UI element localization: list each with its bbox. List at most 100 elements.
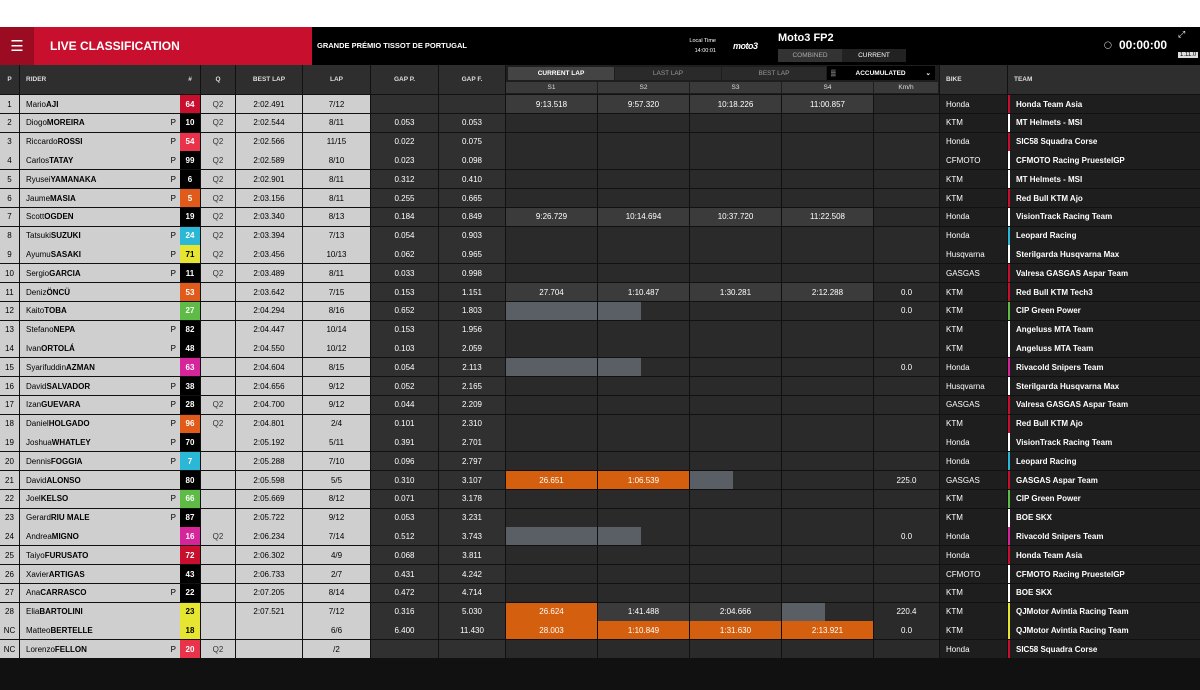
bike-cell: Honda bbox=[940, 358, 1007, 377]
gap-first-cell: 2.310 bbox=[439, 414, 505, 433]
table-row[interactable]: 25 Taiyo FURUSATO 72 2:06.302 4/9 0.068 3.811 H… bbox=[0, 546, 1200, 565]
table-row[interactable]: 24 Andrea MIGNO 16 Q2 2:06.234 7/14 0.512 3.743… bbox=[0, 527, 1200, 546]
chart-icon: ▒ bbox=[831, 69, 836, 77]
sector-3-cell bbox=[690, 433, 781, 452]
sector-1-cell bbox=[506, 414, 597, 433]
sector-2-cell bbox=[598, 245, 689, 264]
best-lap-cell: 2:04.656 bbox=[236, 377, 302, 395]
sector-1-cell bbox=[506, 489, 597, 508]
rider-cell: Sergio GARCIA P bbox=[20, 264, 180, 283]
bike-cell: Honda bbox=[940, 527, 1007, 546]
best-lap-cell: 2:02.566 bbox=[236, 132, 302, 151]
table-row[interactable]: 2 Diogo MOREIRA P 10 Q2 2:02.544 8/11 0.053 0.05… bbox=[0, 113, 1200, 133]
table-row[interactable]: 4 Carlos TATAY P 99 Q2 2:02.589 8/10 0.023 0.098… bbox=[0, 151, 1200, 170]
gap-prev-cell: 0.062 bbox=[371, 245, 438, 264]
rider-last-name: BARTOLINI bbox=[39, 607, 83, 617]
table-row[interactable]: 18 Daniel HOLGADO P 96 Q2 2:04.801 2/4 0.101 2.3… bbox=[0, 414, 1200, 434]
table-row[interactable]: 27 Ana CARRASCO P 22 2:07.205 8/14 0.472 4.714 K… bbox=[0, 583, 1200, 603]
menu-icon[interactable]: ☰ bbox=[0, 27, 34, 65]
rider-last-name: SUZUKI bbox=[50, 231, 81, 241]
table-row[interactable]: 10 Sergio GARCIA P 11 Q2 2:03.489 8/11 0.033 0.9… bbox=[0, 264, 1200, 283]
table-row[interactable]: 9 Ayumu SASAKI P 71 Q2 2:03.456 10/13 0.062 0.96… bbox=[0, 245, 1200, 264]
accumulated-dropdown[interactable]: ▒ ACCUMULATED ⌄ bbox=[827, 66, 935, 80]
table-row[interactable]: 16 David SALVADOR P 38 2:04.656 9/12 0.052 2.16… bbox=[0, 377, 1200, 396]
table-row[interactable]: 23 Gerard RIU MALE P 87 2:05.722 9/12 0.053 3.2… bbox=[0, 508, 1200, 528]
qualifying-cell bbox=[201, 358, 235, 377]
sector-4-cell bbox=[782, 527, 873, 546]
table-row[interactable]: 1 Mario AJI 64 Q2 2:02.491 7/12 9:13.518 9:57.3… bbox=[0, 95, 1200, 114]
table-row[interactable]: 22 Joel KELSO P 66 2:05.669 8/12 0.071 3.178 KTM… bbox=[0, 489, 1200, 509]
sector-3-cell bbox=[690, 264, 781, 283]
sector-4-cell: 2:12.288 bbox=[782, 283, 873, 301]
table-row[interactable]: 17 Izan GUEVARA P 28 Q2 2:04.700 9/12 0.044 2.20… bbox=[0, 395, 1200, 415]
rider-number-badge: 82 bbox=[180, 320, 200, 339]
tab-current[interactable]: CURRENT bbox=[842, 49, 906, 62]
table-row[interactable]: 8 Tatsuki SUZUKI P 24 Q2 2:03.394 7/13 0.054 0.9… bbox=[0, 226, 1200, 246]
best-lap-cell: 2:05.722 bbox=[236, 508, 302, 527]
sector-2-cell: 1:06.539 bbox=[598, 471, 689, 489]
table-row[interactable]: 26 Xavier ARTIGAS 43 2:06.733 2/7 0.431 4.242 C… bbox=[0, 565, 1200, 584]
rider-cell: Joshua WHATLEY P bbox=[20, 433, 180, 452]
rider-cell: Gerard RIU MALE P bbox=[20, 508, 180, 527]
qualifying-cell: Q2 bbox=[201, 527, 235, 546]
pit-indicator: P bbox=[170, 644, 176, 654]
rider-cell: Xavier ARTIGAS bbox=[20, 565, 180, 583]
speed-cell bbox=[874, 395, 939, 414]
best-lap-cell bbox=[236, 621, 302, 640]
table-row[interactable]: 14 Ivan ORTOLÁ P 48 2:04.550 10/12 0.103 2.059 K… bbox=[0, 339, 1200, 358]
gap-first-cell bbox=[439, 95, 505, 113]
gap-first-cell: 0.075 bbox=[439, 132, 505, 151]
gap-prev-cell: 0.053 bbox=[371, 113, 438, 132]
team-cell: Red Bull KTM Ajo bbox=[1008, 189, 1200, 207]
table-row[interactable]: 20 Dennis FOGGIA P 7 2:05.288 7/10 0.096 2.797 H… bbox=[0, 452, 1200, 471]
gap-prev-cell: 0.101 bbox=[371, 414, 438, 433]
bike-cell: KTM bbox=[940, 113, 1007, 132]
sector-3-cell bbox=[690, 489, 781, 508]
tab-best-lap[interactable]: BEST LAP bbox=[722, 67, 826, 80]
pit-indicator: P bbox=[170, 325, 176, 335]
rider-number-badge: 66 bbox=[180, 489, 200, 508]
rider-cell: David ALONSO bbox=[20, 471, 180, 489]
gap-prev-cell: 0.052 bbox=[371, 377, 438, 395]
table-row[interactable]: 19 Joshua WHATLEY P 70 2:05.192 5/11 0.391 2.70… bbox=[0, 433, 1200, 452]
rider-first-name: Taiyo bbox=[26, 550, 45, 560]
table-row[interactable]: 11 Deniz ÖNCÜ 53 2:03.642 7/15 0.153 1.151 27.7… bbox=[0, 283, 1200, 302]
rider-cell: Tatsuki SUZUKI P bbox=[20, 226, 180, 245]
sector-4-cell bbox=[782, 339, 873, 358]
table-row[interactable]: 3 Riccardo ROSSI P 54 Q2 2:02.566 11/15 0.022 0.… bbox=[0, 132, 1200, 152]
table-row[interactable]: 15 Syarifuddin AZMAN 63 2:04.604 8/15 0.054 2.… bbox=[0, 358, 1200, 377]
table-row[interactable]: 5 Ryusei YAMANAKA P 6 Q2 2:02.901 8/11 0.312 0.4… bbox=[0, 170, 1200, 189]
rider-last-name: FURUSATO bbox=[44, 550, 89, 560]
tab-last-lap[interactable]: LAST LAP bbox=[615, 67, 721, 80]
gap-first-cell: 0.665 bbox=[439, 189, 505, 207]
team-cell: SIC58 Squadra Corse bbox=[1008, 640, 1200, 659]
tab-current-lap[interactable]: CURRENT LAP bbox=[508, 67, 614, 80]
rider-number-badge: 48 bbox=[180, 339, 200, 358]
gap-prev-cell: 0.652 bbox=[371, 301, 438, 320]
table-row[interactable]: NC Lorenzo FELLON P 20 Q2/2 Honda SIC58 Squadr… bbox=[0, 640, 1200, 659]
rider-first-name: Ryusei bbox=[26, 174, 51, 184]
best-lap-cell: 2:06.733 bbox=[236, 565, 302, 583]
table-row[interactable]: 13 Stefano NEPA P 82 2:04.447 10/14 0.153 1.956… bbox=[0, 320, 1200, 340]
rider-number-badge: 43 bbox=[180, 565, 200, 583]
best-lap-cell: 2:02.491 bbox=[236, 95, 302, 113]
qualifying-cell bbox=[201, 565, 235, 583]
col-s1: S1 bbox=[506, 82, 597, 93]
bike-cell: KTM bbox=[940, 301, 1007, 320]
gap-prev-cell: 0.153 bbox=[371, 283, 438, 301]
sector-4-cell bbox=[782, 301, 873, 320]
table-row[interactable]: NC Matteo BERTELLE 18 6/6 6.400 11.430 28.003 1… bbox=[0, 621, 1200, 640]
table-row[interactable]: 12 Kaito TOBA 27 2:04.294 8/16 0.652 1.803 0.0 K… bbox=[0, 301, 1200, 321]
team-cell: Leopard Racing bbox=[1008, 226, 1200, 245]
tab-combined[interactable]: COMBINED bbox=[778, 49, 842, 62]
table-row[interactable]: 28 Elia BARTOLINI 23 2:07.521 7/12 0.316 5.030… bbox=[0, 602, 1200, 622]
sector-1-cell bbox=[506, 395, 597, 414]
gap-first-cell: 0.903 bbox=[439, 226, 505, 245]
fullscreen-icon[interactable]: ⤢ bbox=[1178, 29, 1185, 40]
table-row[interactable]: 21 David ALONSO 80 2:05.598 5/5 0.310 3.107 26.… bbox=[0, 471, 1200, 490]
gap-prev-cell: 0.023 bbox=[371, 151, 438, 170]
table-row[interactable]: 6 Jaume MASIA P 5 Q2 2:03.156 8/11 0.255 0.665 KT… bbox=[0, 189, 1200, 208]
table-row[interactable]: 7 Scott OGDEN 19 Q2 2:03.340 8/13 0.184 0.849 9:… bbox=[0, 207, 1200, 227]
speed-cell bbox=[874, 640, 939, 659]
sector-3-cell bbox=[690, 583, 781, 602]
